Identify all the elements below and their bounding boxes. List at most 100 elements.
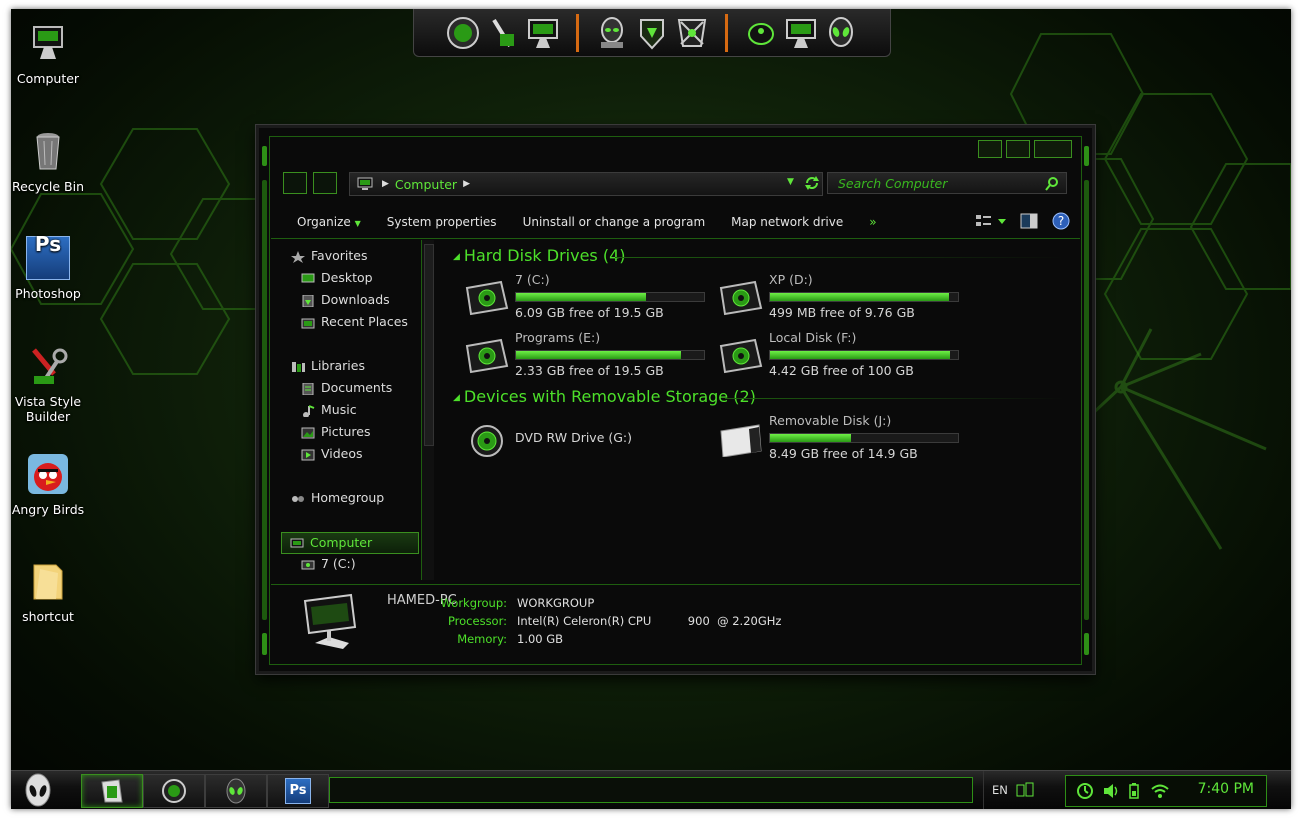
volume-icon[interactable] (1102, 782, 1120, 800)
nav-music[interactable]: Music (301, 400, 357, 420)
desktop-icon-photoshop[interactable]: Ps Photoshop (11, 234, 86, 301)
group-header-hard-disks[interactable]: ◢ Hard Disk Drives (4) (453, 246, 626, 265)
alien-head-icon[interactable] (446, 16, 480, 50)
desktop-icon-angry-birds[interactable]: Angry Birds (11, 452, 86, 517)
nav-videos[interactable]: Videos (301, 444, 363, 464)
drive-item-g[interactable]: DVD RW Drive (G:) (465, 413, 715, 463)
drive-free-space: 2.33 GB free of 19.5 GB (515, 363, 664, 378)
taskbar-button-media-player[interactable] (143, 774, 205, 808)
monitor-icon[interactable] (784, 16, 818, 50)
nav-desktop[interactable]: Desktop (301, 268, 373, 288)
nav-documents[interactable]: Documents (301, 378, 392, 398)
explorer-window[interactable]: ▶ Computer ▶ ▼ Search Computer Organize … (256, 125, 1095, 674)
map-network-drive-button[interactable]: Map network drive (731, 215, 843, 229)
forward-button[interactable] (313, 172, 337, 194)
desktop-icon-recycle-bin[interactable]: Recycle Bin (11, 129, 86, 194)
svg-text:?: ? (1058, 214, 1064, 228)
search-icon[interactable] (1044, 176, 1060, 192)
clock-tray-icon[interactable] (1076, 782, 1094, 800)
language-label: EN (992, 783, 1008, 797)
taskbar-button-alien-app[interactable] (205, 774, 267, 808)
skull-icon[interactable] (675, 16, 709, 50)
change-view-icon[interactable] (976, 214, 1006, 228)
taskbar-button-photoshop[interactable]: Ps (267, 774, 329, 808)
minimize-button[interactable] (978, 140, 1002, 158)
nav-recent-places[interactable]: Recent Places (301, 312, 408, 332)
more-commands-button[interactable]: » (869, 215, 876, 229)
desktop-icon-label: Photoshop (15, 286, 81, 301)
hard-drive-icon (719, 338, 763, 374)
drive-item-d[interactable]: XP (D:) 499 MB free of 9.76 GB (719, 272, 969, 322)
nav-label: Recent Places (321, 314, 408, 329)
recycle-bin-icon (26, 129, 70, 173)
nav-label: Desktop (321, 270, 373, 285)
vista-style-builder-icon (26, 344, 70, 388)
desktop: Computer Recycle Bin Ps Photoshop Vista … (11, 9, 1291, 809)
uninstall-program-button[interactable]: Uninstall or change a program (523, 215, 706, 229)
maximize-button[interactable] (1006, 140, 1030, 158)
photoshop-icon: Ps (26, 234, 70, 280)
desktop-icon-vista-style-builder[interactable]: Vista Style Builder (11, 344, 86, 424)
desktop-icon-computer[interactable]: Computer (11, 21, 86, 86)
search-input[interactable]: Search Computer (827, 172, 1067, 194)
nav-homegroup[interactable]: Homegroup (291, 488, 384, 508)
shield-icon[interactable] (635, 16, 669, 50)
back-button[interactable] (283, 172, 307, 194)
breadcrumb-arrow-icon[interactable]: ▶ (463, 179, 470, 189)
drive-item-f[interactable]: Local Disk (F:) 4.42 GB free of 100 GB (719, 330, 969, 380)
nav-favorites[interactable]: Favorites (291, 246, 367, 266)
scrollbar-thumb[interactable] (424, 244, 434, 446)
nav-label: Homegroup (311, 490, 385, 505)
computer-icon (357, 177, 373, 190)
nav-pictures[interactable]: Pictures (301, 422, 371, 442)
monitor-icon[interactable] (526, 16, 560, 50)
drive-usage-fill (770, 351, 951, 359)
preview-pane-icon[interactable] (1020, 213, 1038, 229)
frame-led (1084, 146, 1089, 166)
drive-usage-fill (770, 434, 851, 442)
keyboard-layout-icon[interactable] (1016, 782, 1034, 798)
computer-icon (290, 538, 304, 547)
drive-free-space: 6.09 GB free of 19.5 GB (515, 305, 664, 320)
frame-led (262, 180, 267, 620)
battery-icon[interactable] (1128, 782, 1140, 800)
hard-drive-icon (301, 560, 315, 569)
alien-bust-icon[interactable] (595, 16, 629, 50)
help-icon[interactable]: ? (1052, 212, 1070, 230)
alien-logo-icon[interactable] (824, 16, 858, 50)
close-button[interactable] (1034, 140, 1072, 158)
wifi-icon[interactable] (1150, 782, 1170, 800)
navigation-buttons (283, 172, 337, 194)
drive-name: XP (D:) (769, 272, 813, 287)
stylus-icon[interactable] (486, 16, 520, 50)
drive-item-e[interactable]: Programs (E:) 2.33 GB free of 19.5 GB (465, 330, 715, 380)
clock[interactable]: 7:40 PM (1198, 781, 1254, 797)
system-properties-button[interactable]: System properties (387, 215, 497, 229)
refresh-icon[interactable] (801, 172, 823, 194)
start-button-alien-icon[interactable] (21, 773, 55, 807)
navigation-scrollbar[interactable] (421, 240, 434, 580)
group-header-removable[interactable]: ◢ Devices with Removable Storage (2) (453, 387, 756, 406)
address-dropdown-icon[interactable]: ▼ (787, 177, 794, 187)
nav-drive-c[interactable]: 7 (C:) (301, 554, 356, 574)
desktop-icon-label: Angry Birds (11, 502, 85, 517)
taskbar-button-explorer[interactable] (81, 774, 143, 808)
breadcrumb-computer[interactable]: Computer (395, 177, 457, 192)
star-icon (291, 250, 305, 263)
drive-usage-fill (516, 351, 682, 359)
mouse-icon[interactable] (744, 16, 778, 50)
desktop-icon-shortcut[interactable]: shortcut (11, 559, 86, 624)
nav-computer[interactable]: Computer (281, 532, 419, 554)
drive-name: Programs (E:) (515, 330, 601, 345)
nav-downloads[interactable]: Downloads (301, 290, 390, 310)
breadcrumb-arrow-icon[interactable]: ▶ (382, 179, 389, 189)
drive-item-j[interactable]: Removable Disk (J:) 8.49 GB free of 14.9… (719, 413, 969, 463)
drive-usage-bar (769, 292, 959, 302)
language-indicator[interactable]: EN (983, 771, 1034, 809)
drive-item-c[interactable]: 7 (C:) 6.09 GB free of 19.5 GB (465, 272, 715, 322)
libraries-icon (292, 361, 305, 372)
address-bar[interactable]: ▶ Computer ▶ (349, 172, 823, 196)
nav-libraries[interactable]: Libraries (291, 356, 365, 376)
organize-menu[interactable]: Organize ▼ (297, 215, 361, 229)
drive-name: 7 (C:) (515, 272, 550, 287)
